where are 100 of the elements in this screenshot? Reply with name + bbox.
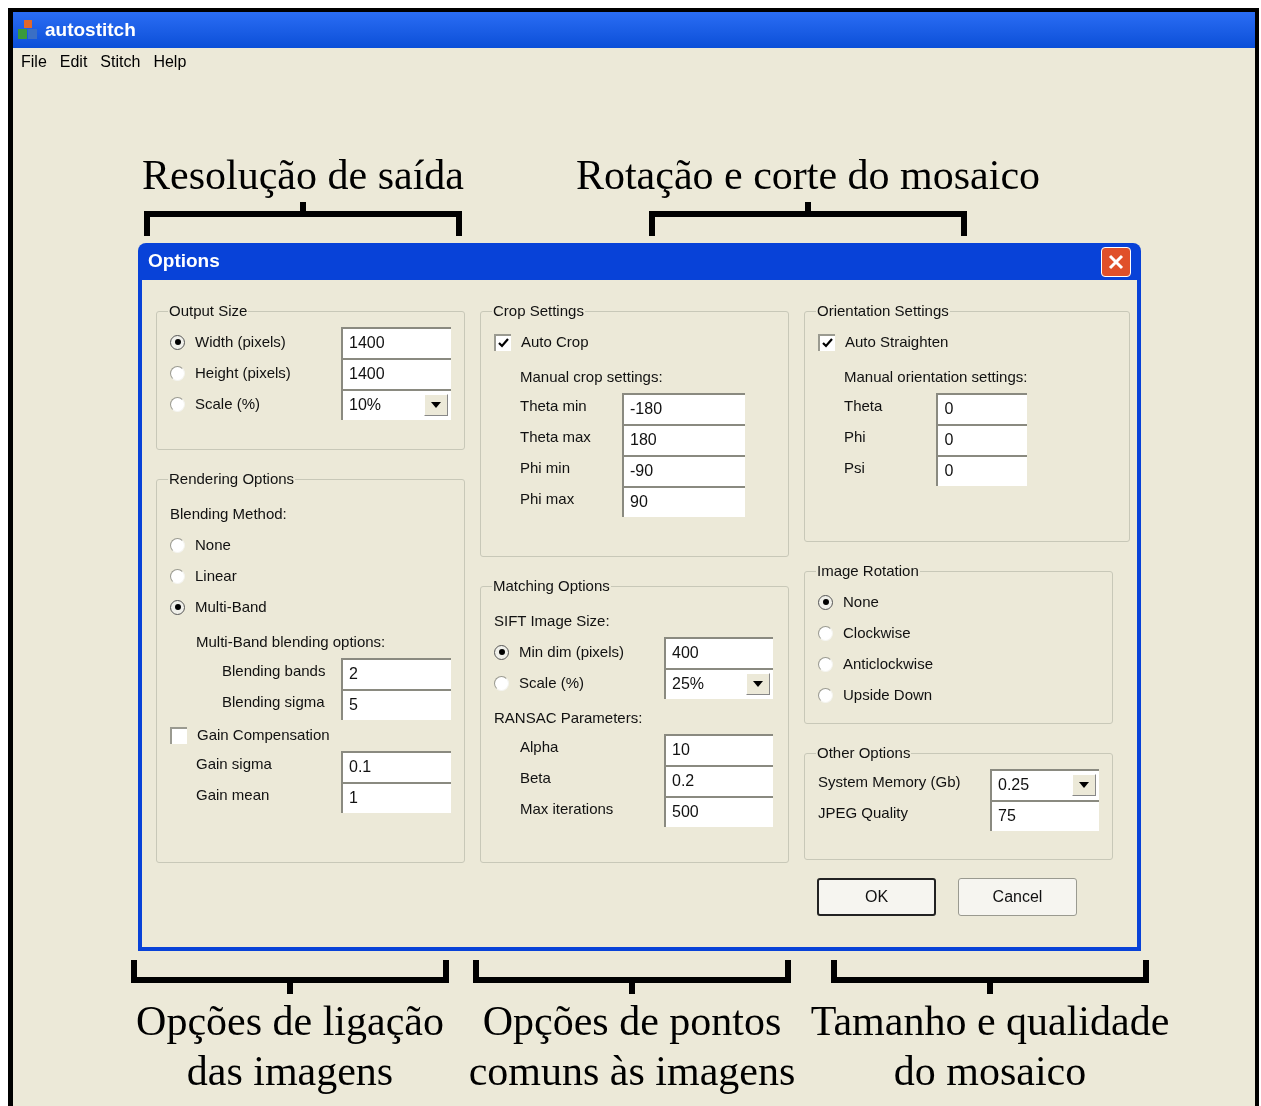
annotation-label: Opções de pontos comuns às imagens (468, 997, 796, 1096)
text-field[interactable]: 0.2 (664, 764, 773, 796)
option-label: Min dim (pixels) (519, 641, 624, 662)
dialog-button[interactable]: OK (817, 878, 936, 916)
radio-button[interactable] (494, 644, 509, 660)
field-label: Blending bands (222, 660, 326, 681)
group-title: Orientation Settings (816, 301, 950, 321)
combo-box[interactable]: 0.25 (990, 768, 1099, 800)
option-label: Upside Down (843, 684, 933, 705)
window-title: autostitch (45, 17, 136, 42)
field-label: Phi min (520, 457, 571, 478)
menu-item[interactable]: Stitch (95, 50, 146, 74)
option-label: Multi-Band (195, 596, 267, 617)
group-title: Crop Settings (492, 301, 585, 321)
group-title: Rendering Options (168, 469, 296, 489)
radio-button[interactable] (170, 396, 185, 412)
radio-button[interactable] (170, 334, 185, 350)
field-label: Max iterations (520, 798, 614, 819)
option-label: Clockwise (843, 622, 911, 643)
menu-item[interactable]: Edit (54, 50, 93, 74)
section-label: SIFT Image Size: (494, 610, 610, 631)
annotation-label: Rotação e corte do mosaico (575, 151, 1041, 200)
check-icon (498, 338, 509, 348)
text-field[interactable]: 2 (341, 657, 451, 689)
text-field[interactable]: 5 (341, 688, 451, 720)
section-label: Manual orientation settings: (844, 366, 1028, 387)
radio-button[interactable] (818, 687, 833, 703)
dialog-title: Options (148, 249, 220, 274)
group-title: Other Options (816, 743, 912, 763)
field-label: Gain sigma (196, 753, 272, 774)
checkbox[interactable] (818, 333, 835, 351)
field-label: JPEG Quality (818, 802, 909, 823)
caret-icon (1079, 782, 1089, 788)
radio-button[interactable] (170, 365, 185, 381)
radio-button[interactable] (818, 625, 833, 641)
option-label: Height (pixels) (195, 362, 291, 383)
dropdown-button[interactable] (1072, 774, 1096, 796)
annotation-label: Tamanho e qualidade do mosaico (810, 997, 1170, 1096)
field-label: Blending sigma (222, 691, 325, 712)
text-field[interactable]: 10 (664, 733, 773, 765)
field-label: Theta max (520, 426, 591, 447)
checkbox[interactable] (170, 726, 187, 744)
option-label: Auto Crop (521, 331, 589, 352)
combo-box[interactable]: 10% (341, 388, 451, 420)
text-field[interactable]: 0 (936, 392, 1028, 424)
field-label: Gain mean (196, 784, 270, 805)
field-label: Theta (844, 395, 883, 416)
text-field[interactable]: -90 (622, 454, 745, 486)
close-icon (1108, 253, 1124, 270)
section-label: Blending Method: (170, 503, 287, 524)
text-field[interactable]: 0.1 (341, 750, 451, 782)
radio-button[interactable] (494, 675, 509, 691)
text-field[interactable]: 90 (622, 485, 745, 517)
text-field[interactable]: -180 (622, 392, 745, 424)
dropdown-button[interactable] (424, 394, 448, 416)
menu-item[interactable]: Help (148, 50, 192, 74)
text-field[interactable]: 75 (990, 799, 1099, 831)
field-label: Theta min (520, 395, 587, 416)
radio-button[interactable] (818, 656, 833, 672)
field-label: System Memory (Gb) (818, 771, 961, 792)
text-field[interactable]: 0 (936, 454, 1028, 486)
text-field[interactable]: 1400 (341, 357, 451, 389)
text-field[interactable]: 400 (664, 636, 773, 668)
caret-icon (431, 402, 441, 408)
menu-item[interactable]: File (16, 50, 52, 74)
option-label: None (843, 591, 879, 612)
radio-button[interactable] (818, 594, 833, 610)
option-label: Width (pixels) (195, 331, 286, 352)
close-button[interactable] (1101, 246, 1131, 277)
radio-button[interactable] (170, 537, 185, 553)
dialog-button[interactable]: Cancel (958, 878, 1077, 916)
caret-icon (753, 681, 763, 687)
annotation-label: Resolução de saída (142, 151, 464, 200)
dropdown-button[interactable] (746, 673, 770, 695)
option-label: Gain Compensation (197, 724, 330, 745)
radio-button[interactable] (170, 568, 185, 584)
check-icon (822, 338, 833, 348)
option-label: Scale (%) (195, 393, 261, 414)
option-label: None (195, 534, 231, 555)
field-label: Psi (844, 457, 865, 478)
option-label: Scale (%) (519, 672, 585, 693)
section-label: Manual crop settings: (520, 366, 663, 387)
group-title: Output Size (168, 301, 249, 321)
text-field[interactable]: 0 (936, 423, 1028, 455)
section-label: RANSAC Parameters: (494, 707, 643, 728)
field-label: Beta (520, 767, 551, 788)
combo-box[interactable]: 25% (664, 667, 773, 699)
radio-button[interactable] (170, 599, 185, 615)
text-field[interactable]: 180 (622, 423, 745, 455)
field-label: Alpha (520, 736, 559, 757)
option-label: Linear (195, 565, 237, 586)
text-field[interactable]: 1 (341, 781, 451, 813)
field-label: Phi max (520, 488, 575, 509)
checkbox[interactable] (494, 333, 511, 351)
text-field[interactable]: 1400 (341, 326, 451, 358)
text-field[interactable]: 500 (664, 795, 773, 827)
field-label: Phi (844, 426, 866, 447)
group-title: Matching Options (492, 576, 611, 596)
annotation-label: Opções de ligação das imagens (136, 997, 444, 1096)
option-label: Anticlockwise (843, 653, 934, 674)
